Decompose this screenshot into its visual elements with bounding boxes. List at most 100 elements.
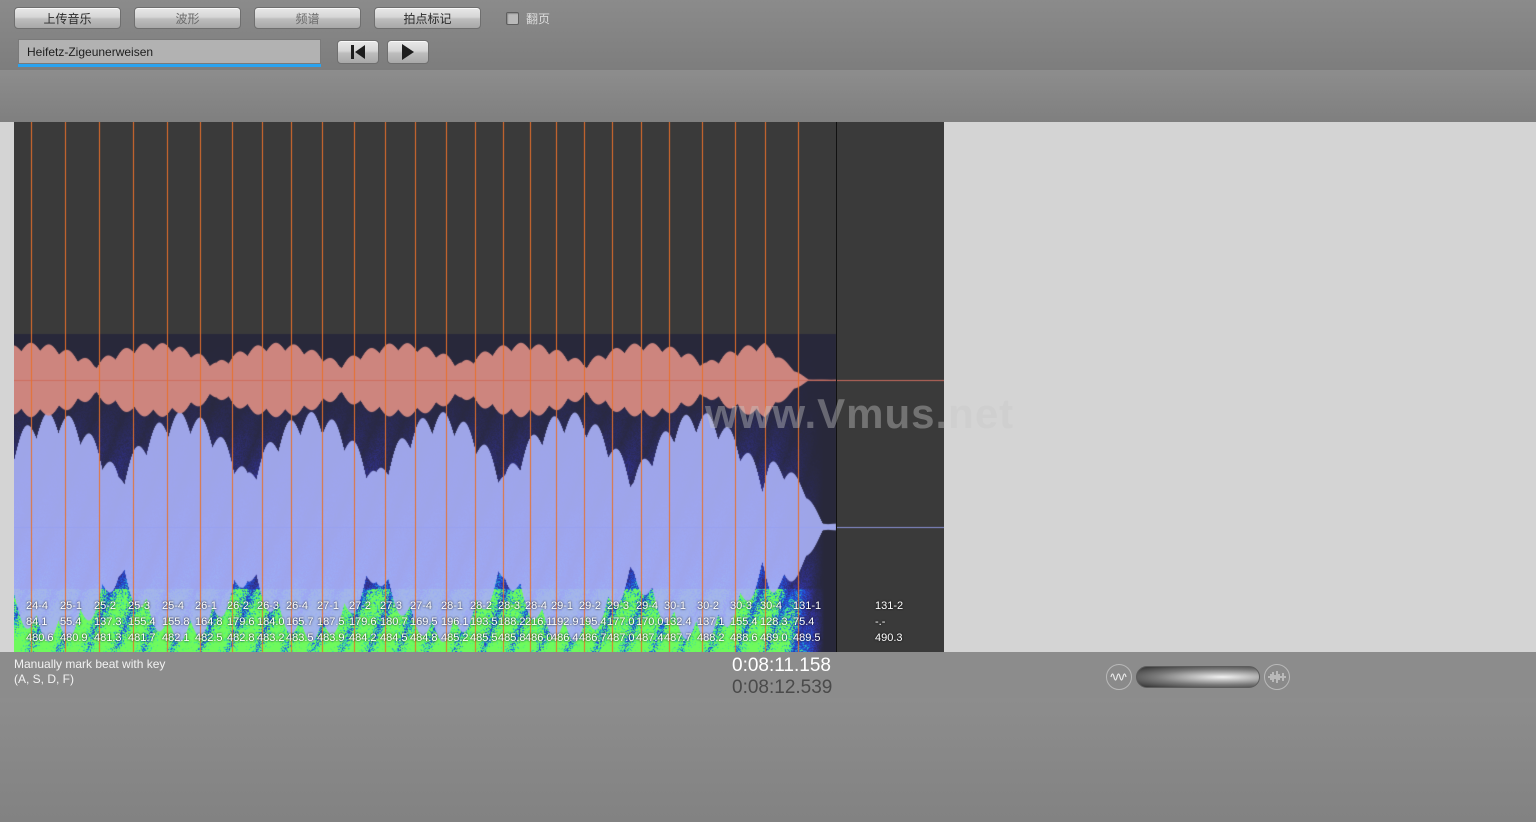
beat-label-tempo-bpm: 184.0 [257, 616, 285, 628]
beat-label-time-s: 485.2 [441, 632, 469, 644]
beat-label-bar-beat: 27-1 [317, 600, 340, 612]
upload-progress-bar [18, 64, 321, 67]
tab-waveform[interactable]: 波形 [134, 7, 241, 29]
beat-label-bar-beat: 30-3 [730, 600, 753, 612]
beat-label-bar-beat: 26-4 [286, 600, 309, 612]
site-watermark: www.Vmus.net [705, 390, 1015, 437]
beat-label-bar-beat: 27-2 [349, 600, 372, 612]
beat-label-bar-beat: 26-3 [257, 600, 280, 612]
beat-label-bar-beat: 28-3 [498, 600, 521, 612]
hint-line-1: Manually mark beat with key [14, 657, 166, 671]
beat-label-bar-beat: 131-2 [875, 600, 904, 612]
beat-label-tempo-bpm: 169.5 [410, 616, 438, 628]
beat-label-bar-beat: 25-2 [94, 600, 117, 612]
beat-label-bar-beat: 26-2 [227, 600, 250, 612]
beat-label-time-s: 488.6 [730, 632, 758, 644]
beat-label-time-s: 483.9 [317, 632, 345, 644]
beat-label-time-s: 482.8 [227, 632, 255, 644]
beat-label-time-s: 487.7 [664, 632, 692, 644]
beat-label-tempo-bpm: 128.3 [760, 616, 788, 628]
beat-label-time-s: 484.2 [349, 632, 377, 644]
volume-slider-track[interactable] [1136, 666, 1260, 688]
transport-row: speed 1 重置 Uploading [0, 36, 1536, 101]
page-flip-checkbox-wrap[interactable]: 翻页 [506, 10, 550, 27]
beat-label-tempo-bpm: 137.1 [697, 616, 725, 628]
current-time: 0:08:11.158 [732, 655, 831, 676]
beat-label-time-s: 480.6 [26, 632, 54, 644]
beat-label-tempo-bpm: 193.5 [470, 616, 498, 628]
skip-back-icon [351, 45, 354, 59]
beat-label-tempo-bpm: 75.4 [793, 616, 815, 628]
spectrogram-canvas-container[interactable] [14, 122, 944, 652]
beat-label-time-s: 482.5 [195, 632, 223, 644]
beat-label-time-s: 486.7 [579, 632, 607, 644]
beat-label-bar-beat: 28-1 [441, 600, 464, 612]
beat-label-time-s: 484.5 [380, 632, 408, 644]
mode-tab-row: 上传音乐 波形 频谱 拍点标记 翻页 [14, 7, 550, 29]
beat-label-tempo-bpm: 137.3 [94, 616, 122, 628]
tab-upload-music[interactable]: 上传音乐 [14, 7, 121, 29]
hint-line-2: (A, S, D, F) [14, 672, 74, 686]
beat-label-bar-beat: 30-2 [697, 600, 720, 612]
playhead-cursor[interactable] [836, 122, 837, 652]
status-band: Manually mark beat with key (A, S, D, F)… [0, 652, 1536, 698]
tab-spectrum[interactable]: 频谱 [254, 7, 361, 29]
track-title-input[interactable] [18, 39, 321, 64]
beat-label-tempo-bpm: 177.0 [607, 616, 635, 628]
beat-label-tempo-bpm: 195.4 [579, 616, 607, 628]
beat-label-bar-beat: 25-4 [162, 600, 185, 612]
beat-label-grid: 24-4 84.1 480.6 25-1 55.4 480.9 25-2 137.3 481.3… [14, 600, 944, 652]
beat-label-tempo-bpm: 196.1 [441, 616, 469, 628]
beat-label-time-s: 490.3 [875, 632, 903, 644]
beat-label-tempo-bpm: 180.7 [380, 616, 408, 628]
beat-label-bar-beat: 29-1 [551, 600, 574, 612]
beat-label-time-s: 487.0 [607, 632, 635, 644]
beat-label-tempo-bpm: 165.7 [286, 616, 314, 628]
beat-label-time-s: 483.5 [286, 632, 314, 644]
beat-label-bar-beat: 28-2 [470, 600, 493, 612]
bottom-toolbar: 擦除 移动 删除 吸附 保存 载入 4 每小节拍数 -1 [0, 698, 1536, 822]
rewind-button[interactable] [337, 40, 379, 64]
beat-label-time-s: 488.2 [697, 632, 725, 644]
beat-label-time-s: 487.4 [636, 632, 664, 644]
total-time: 0:08:12.539 [732, 677, 833, 698]
beat-label-bar-beat: 26-1 [195, 600, 218, 612]
beat-label-bar-beat: 27-4 [410, 600, 433, 612]
beat-label-time-s: 480.9 [60, 632, 88, 644]
overview-band [0, 70, 1536, 185]
page-flip-checkbox[interactable] [506, 11, 519, 25]
hint-text: Manually mark beat with key (A, S, D, F) [14, 657, 165, 687]
waveform-smooth-icon[interactable] [1106, 664, 1132, 690]
beat-label-tempo-bpm: -.- [875, 616, 886, 628]
beat-label-bar-beat: 30-1 [664, 600, 687, 612]
beat-label-time-s: 489.5 [793, 632, 821, 644]
play-button[interactable] [387, 40, 429, 64]
beat-label-tempo-bpm: 84.1 [26, 616, 48, 628]
top-toolbar: 上传音乐 波形 频谱 拍点标记 翻页 speed 1 [0, 0, 1536, 101]
beat-label-tempo-bpm: 55.4 [60, 616, 82, 628]
beat-label-tempo-bpm: 155.8 [162, 616, 190, 628]
tab-beat-marking[interactable]: 拍点标记 [374, 7, 481, 29]
beat-label-time-s: 481.7 [128, 632, 156, 644]
beat-label-tempo-bpm: 155.4 [730, 616, 758, 628]
beat-label-time-s: 484.8 [410, 632, 438, 644]
beat-label-tempo-bpm: 188.2 [498, 616, 526, 628]
beat-label-bar-beat: 29-4 [636, 600, 659, 612]
beat-label-bar-beat: 29-2 [579, 600, 602, 612]
beat-label-bar-beat: 24-4 [26, 600, 49, 612]
beat-label-tempo-bpm: 155.4 [128, 616, 156, 628]
volume-slider-group[interactable] [1106, 664, 1290, 690]
beat-label-bar-beat: 25-1 [60, 600, 83, 612]
beat-label-bar-beat: 29-3 [607, 600, 630, 612]
waveform-dense-icon[interactable] [1264, 664, 1290, 690]
beat-label-tempo-bpm: 170.0 [636, 616, 664, 628]
beat-label-tempo-bpm: 187.5 [317, 616, 345, 628]
beat-label-tempo-bpm: 164.8 [195, 616, 223, 628]
play-icon [402, 44, 414, 60]
beat-label-time-s: 485.5 [470, 632, 498, 644]
beat-label-time-s: 485.8 [498, 632, 526, 644]
beat-label-bar-beat: 131-1 [793, 600, 822, 612]
analysis-area: www.Vmus.net 24-4 84.1 480.6 25-1 55.4 480.9 2… [0, 122, 1536, 652]
beat-label-time-s: 486.0 [525, 632, 553, 644]
beat-label-bar-beat: 28-4 [525, 600, 548, 612]
